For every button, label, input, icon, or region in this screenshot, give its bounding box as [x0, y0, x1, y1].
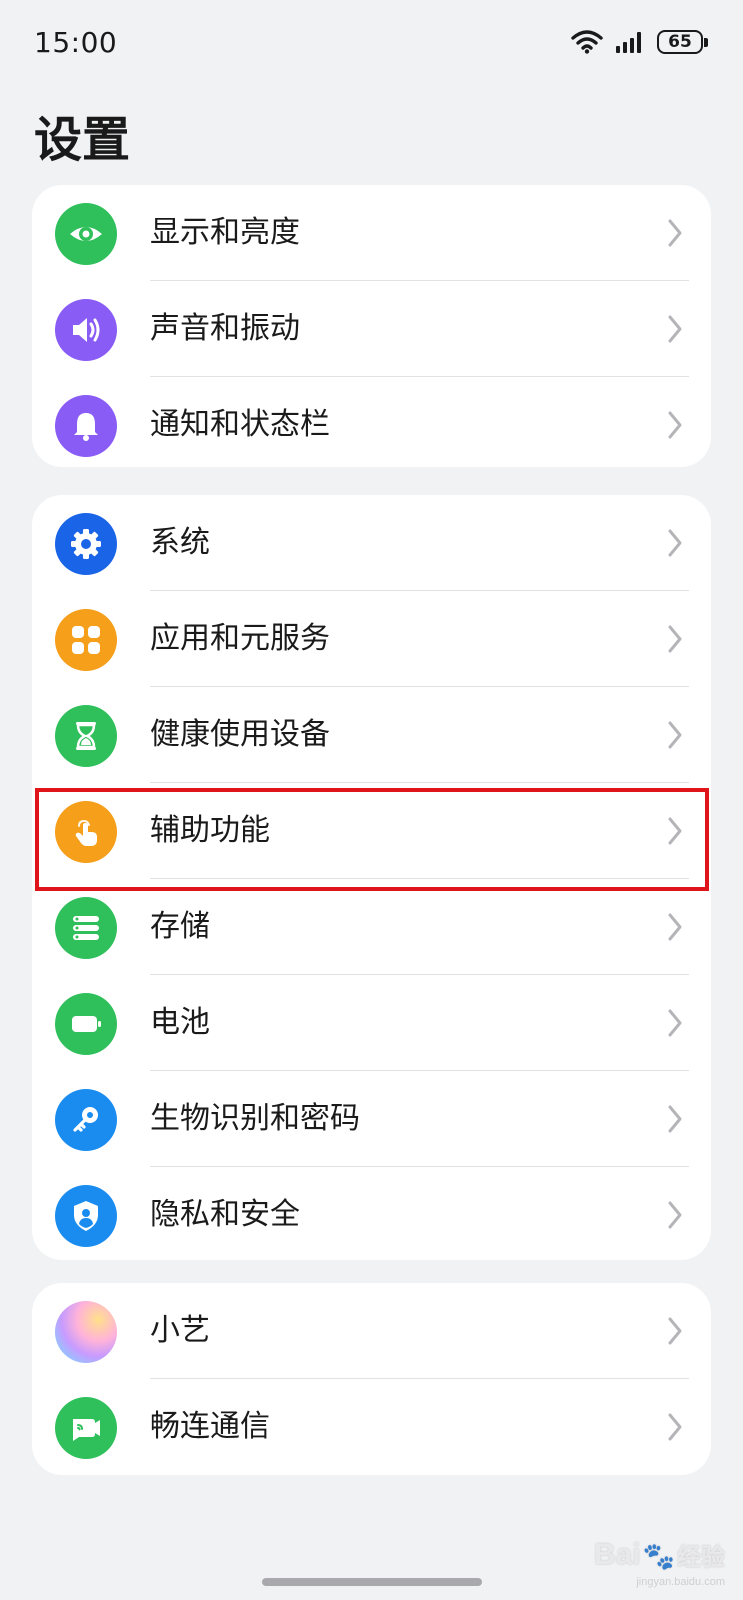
storage-icon — [55, 897, 117, 959]
settings-item-biometrics-password[interactable]: 生物识别和密码 — [32, 1071, 711, 1167]
settings-item-label: 隐私和安全 — [150, 1197, 300, 1232]
settings-item-label: 通知和状态栏 — [150, 407, 330, 442]
paw-icon: 🐾 — [642, 1541, 675, 1571]
settings-item-label: 畅连通信 — [150, 1409, 270, 1444]
watermark-url: jingyan.baidu.com — [636, 1576, 725, 1588]
signal-icon — [616, 32, 641, 53]
status-time: 15:00 — [34, 26, 118, 59]
chevron-right-icon — [668, 219, 682, 247]
chevron-right-icon — [668, 1105, 682, 1133]
chevron-right-icon — [668, 1317, 682, 1345]
video-call-icon — [55, 1397, 117, 1459]
chevron-right-icon — [668, 315, 682, 343]
settings-item-sound-vibration[interactable]: 声音和振动 — [32, 281, 711, 377]
settings-item-system[interactable]: 系统 — [32, 495, 711, 591]
chevron-right-icon — [668, 529, 682, 557]
settings-item-digital-balance[interactable]: 健康使用设备 — [32, 687, 711, 783]
hourglass-icon — [55, 705, 117, 767]
settings-item-label: 显示和亮度 — [150, 215, 300, 250]
settings-item-xiaoyi[interactable]: 小艺 — [32, 1283, 711, 1379]
settings-item-label: 小艺 — [150, 1313, 210, 1348]
settings-item-accessibility[interactable]: 辅助功能 — [32, 783, 711, 879]
battery-level: 65 — [668, 32, 692, 52]
status-bar: 15:00 65 — [0, 0, 743, 90]
wifi-icon — [571, 30, 603, 54]
settings-item-label: 声音和振动 — [150, 311, 300, 346]
chevron-right-icon — [668, 1201, 682, 1229]
apps-grid-icon — [55, 609, 117, 671]
settings-item-label: 健康使用设备 — [150, 717, 330, 752]
settings-item-label: 应用和元服务 — [150, 621, 330, 656]
settings-item-privacy-security[interactable]: 隐私和安全 — [32, 1167, 711, 1260]
status-icons: 65 — [571, 30, 708, 54]
battery-icon — [55, 993, 117, 1055]
chevron-right-icon — [668, 721, 682, 749]
settings-item-label: 电池 — [150, 1005, 210, 1040]
home-indicator[interactable] — [262, 1578, 482, 1586]
settings-group-2: 系统 应用和元服务 健康使用设备 辅助功能 存储 电池 生物识别和密码 隐私和安… — [32, 495, 711, 1260]
chevron-right-icon — [668, 625, 682, 653]
chevron-right-icon — [668, 1009, 682, 1037]
settings-item-notifications-statusbar[interactable]: 通知和状态栏 — [32, 377, 711, 467]
chevron-right-icon — [668, 817, 682, 845]
settings-item-label: 生物识别和密码 — [150, 1101, 360, 1136]
settings-item-storage[interactable]: 存储 — [32, 879, 711, 975]
settings-group-3: 小艺 畅连通信 — [32, 1283, 711, 1475]
eye-icon — [55, 203, 117, 265]
settings-group-1: 显示和亮度 声音和振动 通知和状态栏 — [32, 185, 711, 467]
hand-pointer-icon — [55, 801, 117, 863]
watermark-brand2: 经验 — [677, 1544, 725, 1571]
chevron-right-icon — [668, 1413, 682, 1441]
settings-item-meetime[interactable]: 畅连通信 — [32, 1379, 711, 1475]
gear-icon — [55, 513, 117, 575]
chevron-right-icon — [668, 913, 682, 941]
watermark-brand: Bai — [593, 1538, 641, 1571]
xiaoyi-orb-icon — [55, 1301, 117, 1363]
bell-icon — [55, 395, 117, 457]
settings-item-apps[interactable]: 应用和元服务 — [32, 591, 711, 687]
settings-item-label: 辅助功能 — [150, 813, 270, 848]
chevron-right-icon — [668, 411, 682, 439]
page-title: 设置 — [34, 112, 131, 168]
settings-item-label: 存储 — [150, 909, 210, 944]
settings-item-label: 系统 — [150, 525, 210, 560]
shield-user-icon — [55, 1185, 117, 1247]
battery-icon: 65 — [657, 30, 708, 54]
baidu-watermark: Bai 🐾 经验 jingyan.baidu.com — [593, 1537, 725, 1588]
key-icon — [55, 1089, 117, 1151]
settings-item-display-brightness[interactable]: 显示和亮度 — [32, 185, 711, 281]
speaker-icon — [55, 299, 117, 361]
settings-item-battery[interactable]: 电池 — [32, 975, 711, 1071]
